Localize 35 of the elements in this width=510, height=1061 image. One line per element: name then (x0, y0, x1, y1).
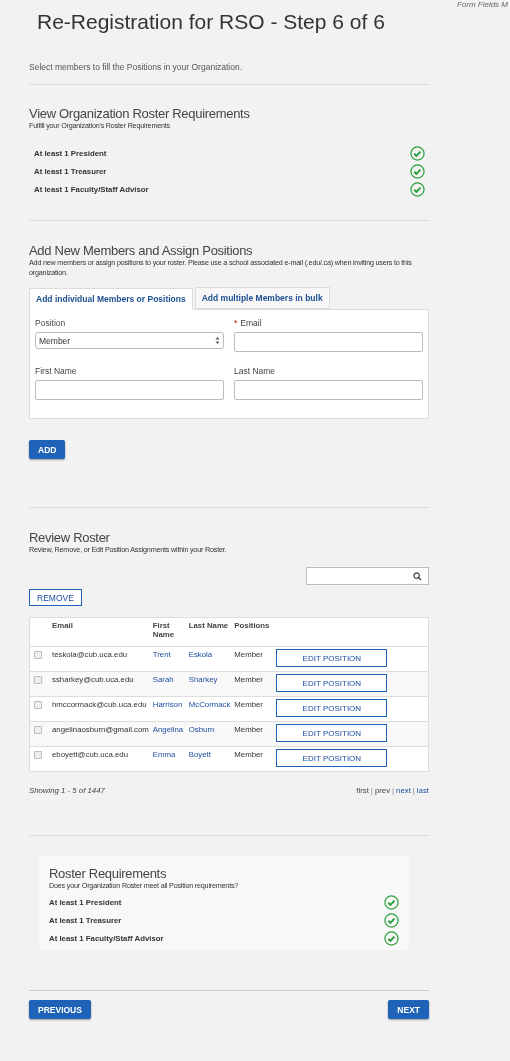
position-select[interactable]: Member (35, 332, 224, 349)
search-icon (413, 571, 422, 581)
row-checkbox[interactable] (34, 726, 42, 734)
field-label: Last Name (234, 366, 276, 376)
section-heading: View Organization Roster Requirements (29, 106, 251, 121)
corner-note: Form Fields M (456, 0, 508, 9)
next-button[interactable]: NEXT (388, 1000, 429, 1019)
edit-position-button[interactable]: EDIT POSITION (276, 724, 388, 742)
row-checkbox[interactable] (34, 701, 42, 709)
edit-position-button[interactable]: EDIT POSITION (276, 749, 388, 767)
field-label: Position (35, 318, 66, 328)
edit-position-button[interactable]: EDIT POSITION (276, 674, 388, 692)
row-checkbox[interactable] (34, 651, 42, 659)
tab[interactable]: Add individual Members or Positions (29, 288, 193, 310)
page-title: Re-Registration for RSO - Step 6 of 6 (36, 9, 386, 35)
text-field[interactable] (234, 380, 423, 400)
remove-button[interactable]: REMOVE (29, 589, 82, 606)
tab[interactable]: Add multiple Members in bulk (194, 287, 330, 309)
previous-button[interactable]: PREVIOUS (29, 1000, 91, 1019)
row-checkbox[interactable] (34, 676, 42, 684)
text-field[interactable] (234, 332, 423, 352)
section-heading: Add New Members and Assign Positions (29, 243, 254, 258)
text-field[interactable] (35, 380, 224, 400)
section-heading: Review Roster (29, 530, 111, 545)
required-mark: * (234, 318, 238, 328)
intro-text: Select members to fill the Positions in your Organization. (29, 62, 429, 85)
card-heading: Roster Requirements (49, 866, 168, 881)
search-field[interactable] (306, 567, 429, 585)
row-checkbox[interactable] (34, 751, 42, 759)
field-label: Email (240, 318, 262, 328)
edit-position-button[interactable]: EDIT POSITION (276, 699, 388, 717)
edit-position-button[interactable]: EDIT POSITION (276, 649, 388, 667)
select-arrows-icon (215, 336, 220, 345)
add-button[interactable]: ADD (29, 440, 66, 459)
field-label: First Name (35, 366, 77, 376)
